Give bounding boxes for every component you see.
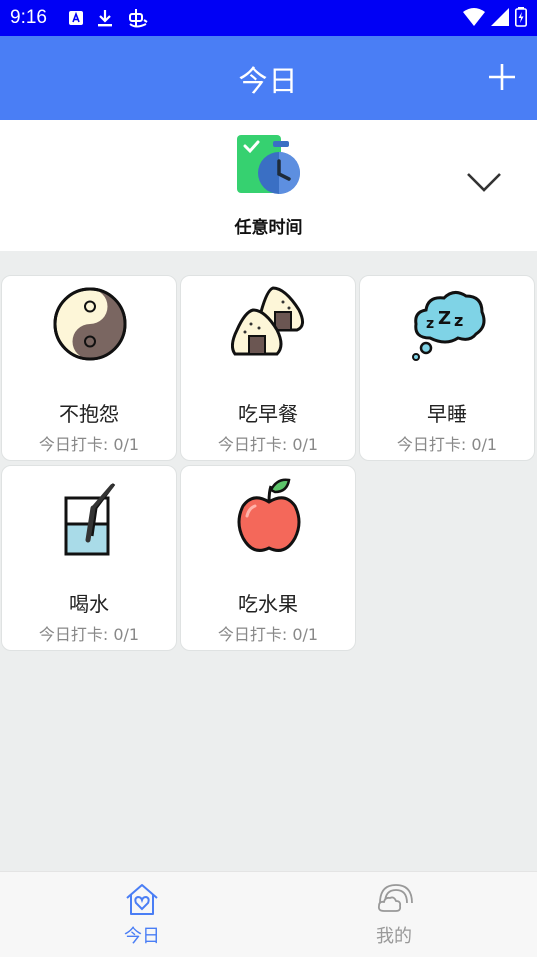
rainbow-cloud-icon	[377, 884, 413, 912]
signal-icon	[491, 8, 509, 26]
habit-title: 吃早餐	[238, 402, 298, 426]
apple-icon	[237, 478, 301, 552]
habit-card[interactable]: 吃早餐 今日打卡: 0/1	[180, 275, 356, 461]
habit-card[interactable]: 不抱怨 今日打卡: 0/1	[1, 275, 177, 461]
nav-label-mine: 我的	[376, 926, 412, 947]
habit-title: 早睡	[427, 402, 467, 426]
water-glass-icon	[64, 483, 116, 556]
rice-ball-icon	[231, 286, 304, 356]
habit-title: 吃水果	[238, 592, 298, 616]
stopwatch-clipboard-icon	[237, 135, 300, 194]
nav-item-today[interactable]: 今日	[72, 872, 212, 957]
battery-icon	[515, 7, 527, 27]
home-heart-icon	[126, 884, 158, 915]
nav-item-mine[interactable]: 我的	[324, 872, 464, 957]
sleep-cloud-icon: z Z z	[412, 291, 486, 361]
habit-checkin-count: 今日打卡: 0/1	[217, 435, 319, 454]
wifi-icon	[463, 8, 485, 26]
add-habit-button[interactable]	[487, 62, 517, 92]
habit-checkin-count: 今日打卡: 0/1	[38, 625, 140, 644]
svg-text:z: z	[454, 311, 463, 330]
bottom-nav: 今日 我的	[0, 871, 537, 957]
page-title: 今日	[238, 64, 299, 98]
chevron-down-icon[interactable]	[466, 170, 502, 192]
habit-card[interactable]: 吃水果 今日打卡: 0/1	[180, 465, 356, 651]
habit-checkin-count: 今日打卡: 0/1	[217, 625, 319, 644]
svg-text:z: z	[426, 316, 434, 332]
bug-icon	[128, 9, 148, 28]
svg-text:Z: Z	[438, 308, 451, 329]
status-bar: 9:16	[0, 0, 537, 36]
status-time: 9:16	[10, 7, 47, 28]
habit-title: 不抱怨	[59, 402, 119, 426]
app-bar: 今日	[0, 36, 537, 120]
habit-card[interactable]: z Z z 早睡 今日打卡: 0/1	[359, 275, 535, 461]
habit-title: 喝水	[69, 592, 109, 616]
download-icon	[97, 10, 112, 27]
habit-checkin-count: 今日打卡: 0/1	[396, 435, 498, 454]
filter-label: 任意时间	[234, 218, 303, 238]
nav-label-today: 今日	[124, 926, 160, 947]
notification-a-icon	[68, 11, 83, 25]
yin-yang-icon	[53, 287, 127, 361]
habit-checkin-count: 今日打卡: 0/1	[38, 435, 140, 454]
habit-card[interactable]: 喝水 今日打卡: 0/1	[1, 465, 177, 651]
